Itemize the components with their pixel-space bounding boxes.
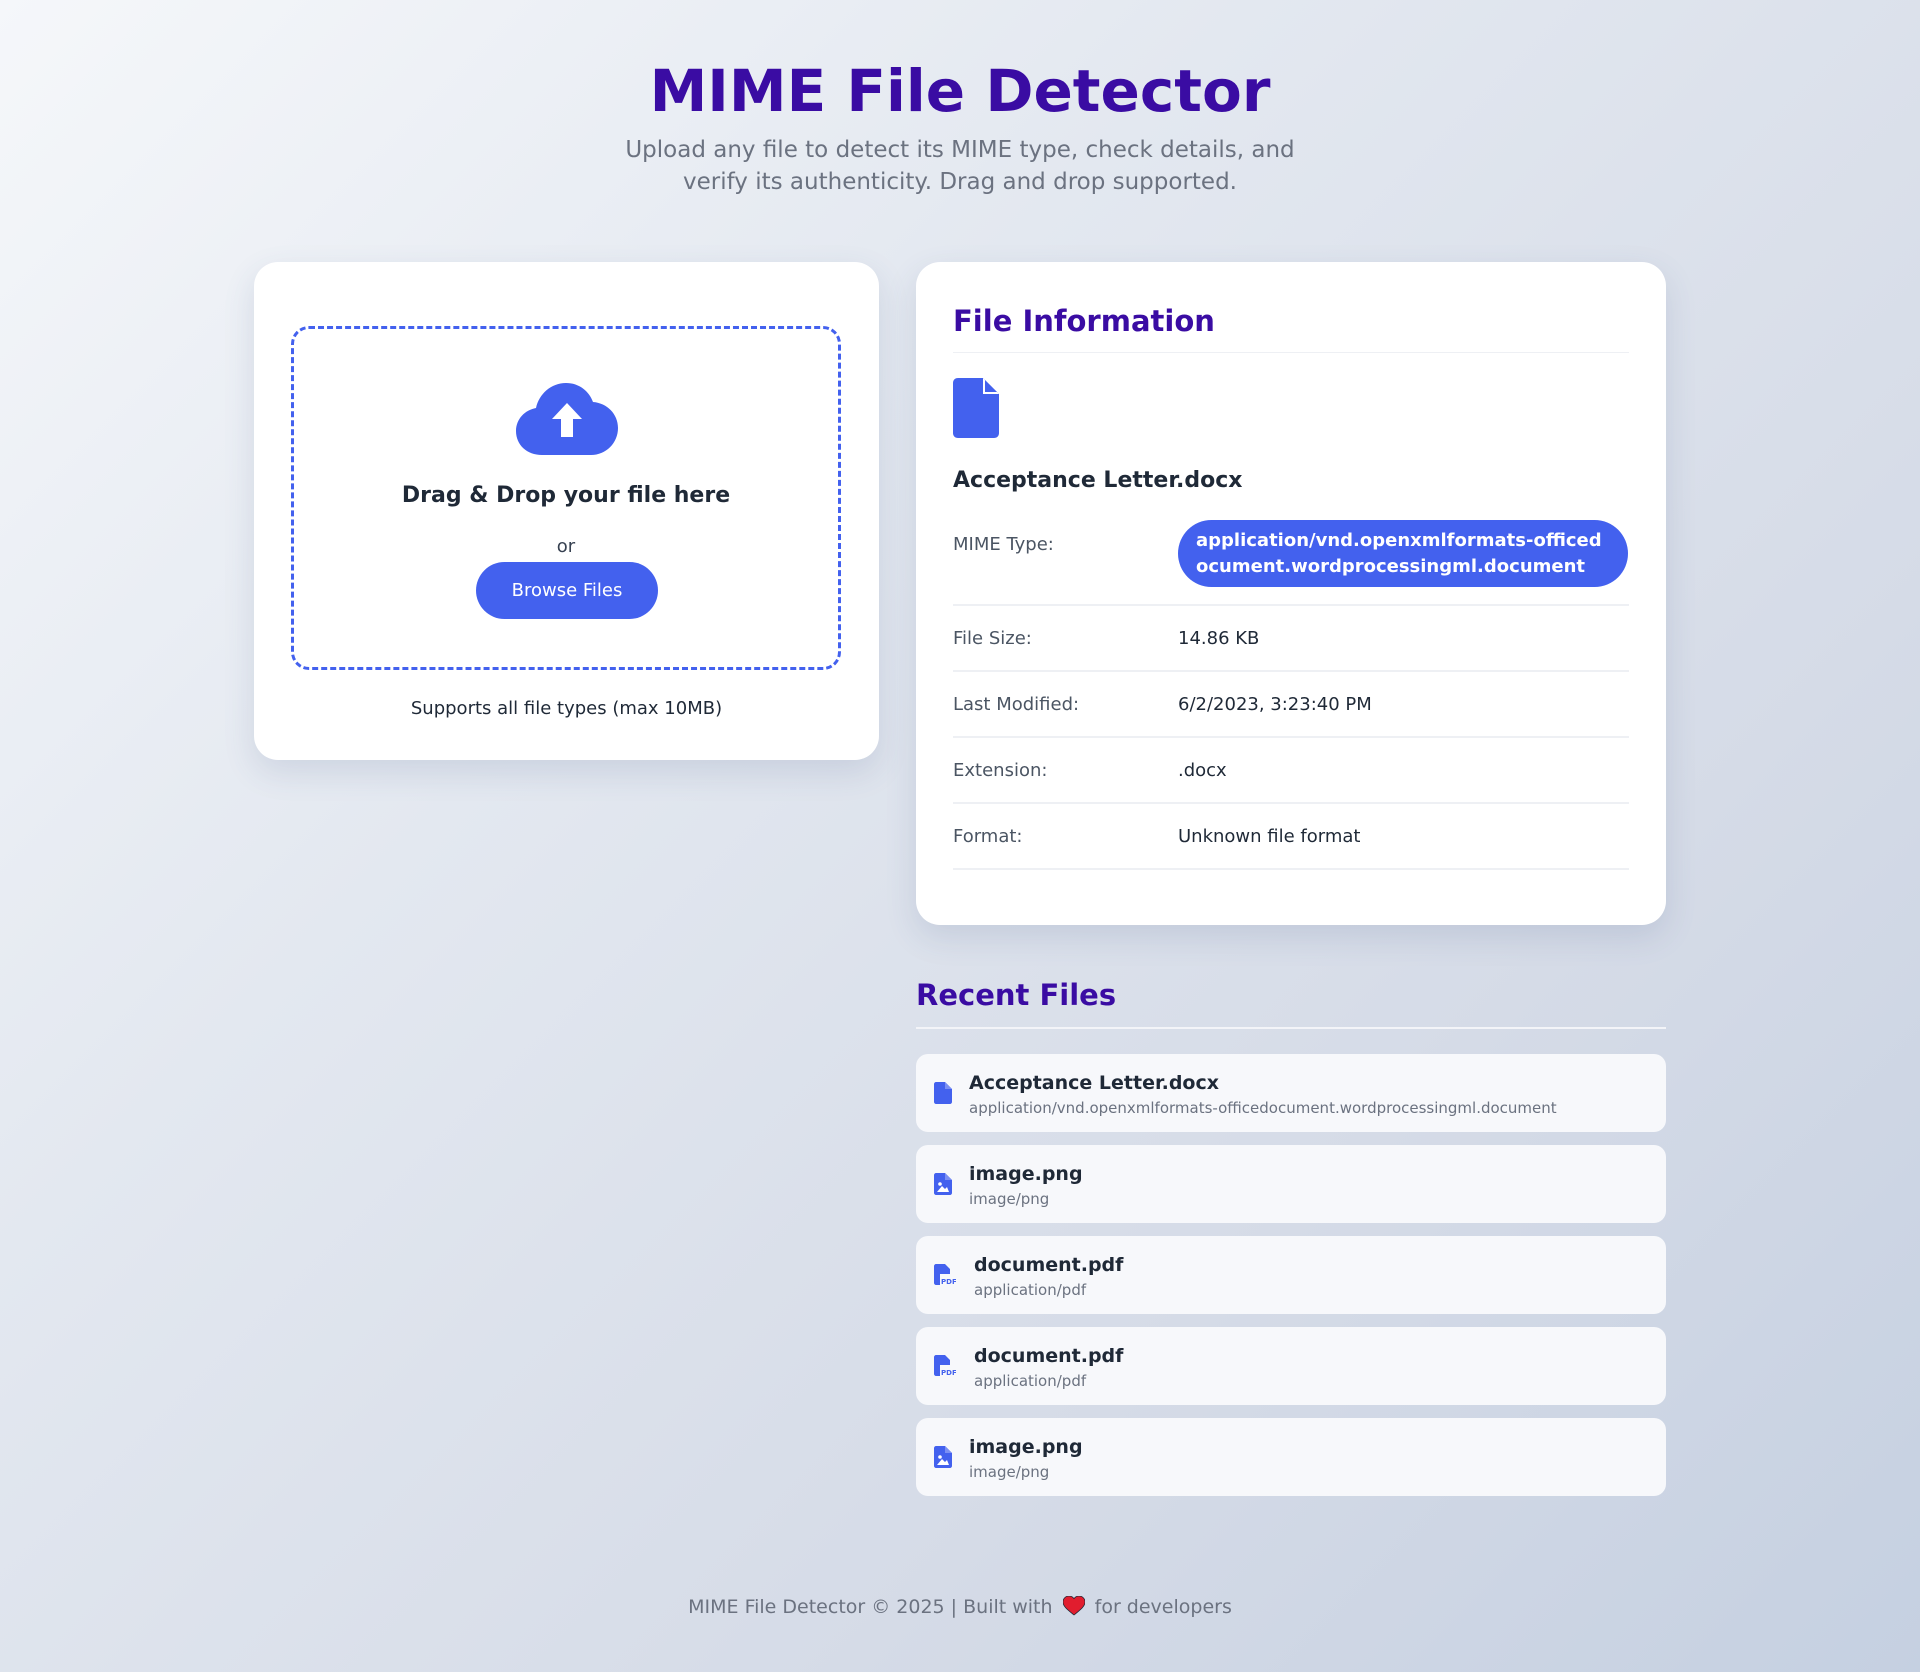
recent-files-title: Recent Files: [916, 978, 1117, 1012]
detail-label: MIME Type:: [953, 534, 1054, 555]
recent-file-item[interactable]: image.png image/png: [916, 1145, 1666, 1223]
file-pdf-icon: PDF: [934, 1355, 956, 1377]
detail-label: Last Modified:: [953, 694, 1080, 715]
recent-file-name: document.pdf: [974, 1345, 1124, 1367]
browse-files-button[interactable]: Browse Files: [476, 562, 658, 619]
recent-file-name: Acceptance Letter.docx: [969, 1072, 1220, 1094]
file-pdf-icon: PDF: [934, 1264, 956, 1286]
detail-label: File Size:: [953, 628, 1032, 649]
file-details: MIME Type: application/vnd.openxmlformat…: [953, 520, 1629, 870]
detail-value: Unknown file format: [1178, 826, 1361, 847]
detail-row-format: Format: Unknown file format: [953, 804, 1629, 870]
recent-file-type: image/png: [969, 1190, 1050, 1208]
divider: [916, 1027, 1666, 1029]
recent-file-item[interactable]: image.png image/png: [916, 1418, 1666, 1496]
detail-row-last-modified: Last Modified: 6/2/2023, 3:23:40 PM: [953, 672, 1629, 738]
file-image-icon: [934, 1173, 952, 1195]
footer-text: MIME File Detector © 2025 | Built with: [688, 1596, 1053, 1618]
recent-file-item[interactable]: PDF document.pdf application/pdf: [916, 1327, 1666, 1405]
drop-zone[interactable]: Drag & Drop your file here or Browse Fil…: [291, 326, 841, 670]
file-information-card: File Information Acceptance Letter.docx …: [916, 262, 1666, 925]
recent-files-list: Acceptance Letter.docx application/vnd.o…: [916, 1054, 1666, 1509]
mime-type-badge: application/vnd.openxmlformats-officedoc…: [1178, 520, 1628, 587]
detail-label: Extension:: [953, 760, 1048, 781]
page-title: MIME File Detector: [649, 57, 1271, 125]
file-information-title: File Information: [953, 304, 1215, 338]
recent-file-type: application/pdf: [974, 1372, 1087, 1390]
recent-file-name: image.png: [969, 1436, 1083, 1458]
recent-file-name: document.pdf: [974, 1254, 1124, 1276]
recent-file-item[interactable]: PDF document.pdf application/pdf: [916, 1236, 1666, 1314]
divider: [953, 352, 1629, 353]
file-image-icon: [934, 1446, 952, 1468]
detail-row-extension: Extension: .docx: [953, 738, 1629, 804]
recent-file-type: application/pdf: [974, 1281, 1087, 1299]
heart-icon: [1062, 1596, 1085, 1616]
supported-types-note: Supports all file types (max 10MB): [410, 698, 723, 719]
recent-file-item[interactable]: Acceptance Letter.docx application/vnd.o…: [916, 1054, 1666, 1132]
detail-label: Format:: [953, 826, 1023, 847]
recent-file-type: image/png: [969, 1463, 1050, 1481]
detail-value: 14.86 KB: [1178, 628, 1260, 649]
page-header: MIME File Detector Upload any file to de…: [0, 0, 1920, 198]
detail-row-file-size: File Size: 14.86 KB: [953, 606, 1629, 672]
detail-value: .docx: [1178, 760, 1227, 781]
file-icon: [953, 378, 999, 438]
svg-text:PDF: PDF: [941, 1369, 956, 1377]
file-icon: [934, 1082, 952, 1104]
page-subtitle: Upload any file to detect its MIME type,…: [625, 137, 1295, 195]
upload-card: Drag & Drop your file here or Browse Fil…: [254, 262, 879, 760]
detail-row-mime-type: MIME Type: application/vnd.openxmlformat…: [953, 520, 1629, 606]
recent-file-name: image.png: [969, 1163, 1083, 1185]
selected-file-name: Acceptance Letter.docx: [953, 468, 1243, 493]
footer-text-end: for developers: [1094, 1596, 1232, 1618]
cloud-upload-icon: [516, 383, 618, 455]
recent-file-type: application/vnd.openxmlformats-officedoc…: [969, 1099, 1557, 1117]
drop-zone-title: Drag & Drop your file here: [401, 483, 731, 508]
svg-text:PDF: PDF: [941, 1278, 956, 1286]
drop-zone-or: or: [556, 536, 576, 557]
page-footer: MIME File Detector © 2025 | Built with f…: [0, 1596, 1920, 1618]
detail-value: 6/2/2023, 3:23:40 PM: [1178, 694, 1372, 715]
